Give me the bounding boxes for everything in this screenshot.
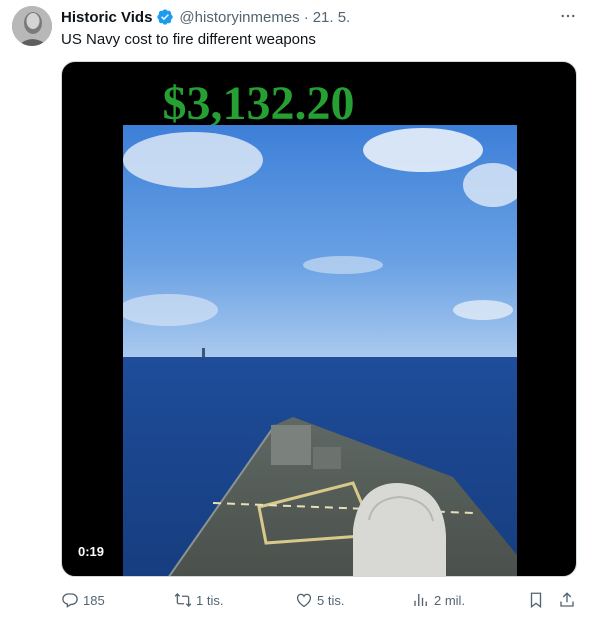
like-count: 5 tis. [317, 592, 345, 608]
bookmark-button[interactable] [527, 589, 545, 611]
tweet[interactable]: Historic Vids @historyinmemes · 21. 5. U… [0, 0, 591, 618]
video-duration: 0:19 [72, 541, 111, 563]
share-icon [560, 592, 574, 607]
reply-icon [62, 593, 78, 608]
video-player[interactable]: $3,132.20 0:19 [61, 61, 577, 577]
share-button[interactable] [558, 589, 576, 611]
more-options-button[interactable] [556, 6, 580, 26]
views-count: 2 mil. [434, 592, 466, 608]
action-bar: 185 1 tis. 5 tis. 2 mil. [61, 589, 581, 611]
like-icon [296, 593, 312, 608]
reply-count: 185 [83, 592, 105, 608]
video-frame[interactable] [123, 125, 517, 576]
author-handle[interactable]: @historyinmemes [179, 9, 299, 26]
avatar-portrait-icon [12, 6, 52, 46]
bookmark-icon [530, 592, 542, 609]
repost-icon [174, 593, 192, 607]
avatar[interactable] [12, 6, 52, 46]
tweet-date[interactable]: 21. 5. [313, 9, 351, 26]
views-icon [414, 594, 427, 606]
verified-badge-icon [156, 8, 174, 26]
views-button[interactable]: 2 mil. [412, 589, 465, 611]
tweet-text: US Navy cost to fire different weapons [61, 31, 316, 48]
reply-button[interactable]: 185 [61, 589, 105, 611]
like-button[interactable]: 5 tis. [295, 589, 344, 611]
repost-button[interactable]: 1 tis. [174, 589, 223, 611]
cost-overlay: $3,132.20 [162, 77, 355, 130]
repost-count: 1 tis. [196, 592, 224, 608]
separator: · [303, 8, 309, 26]
author-name[interactable]: Historic Vids [61, 9, 152, 26]
ship-deck-scene-image [123, 125, 517, 576]
more-icon [561, 14, 575, 18]
tweet-header: Historic Vids @historyinmemes · 21. 5. [61, 7, 350, 27]
